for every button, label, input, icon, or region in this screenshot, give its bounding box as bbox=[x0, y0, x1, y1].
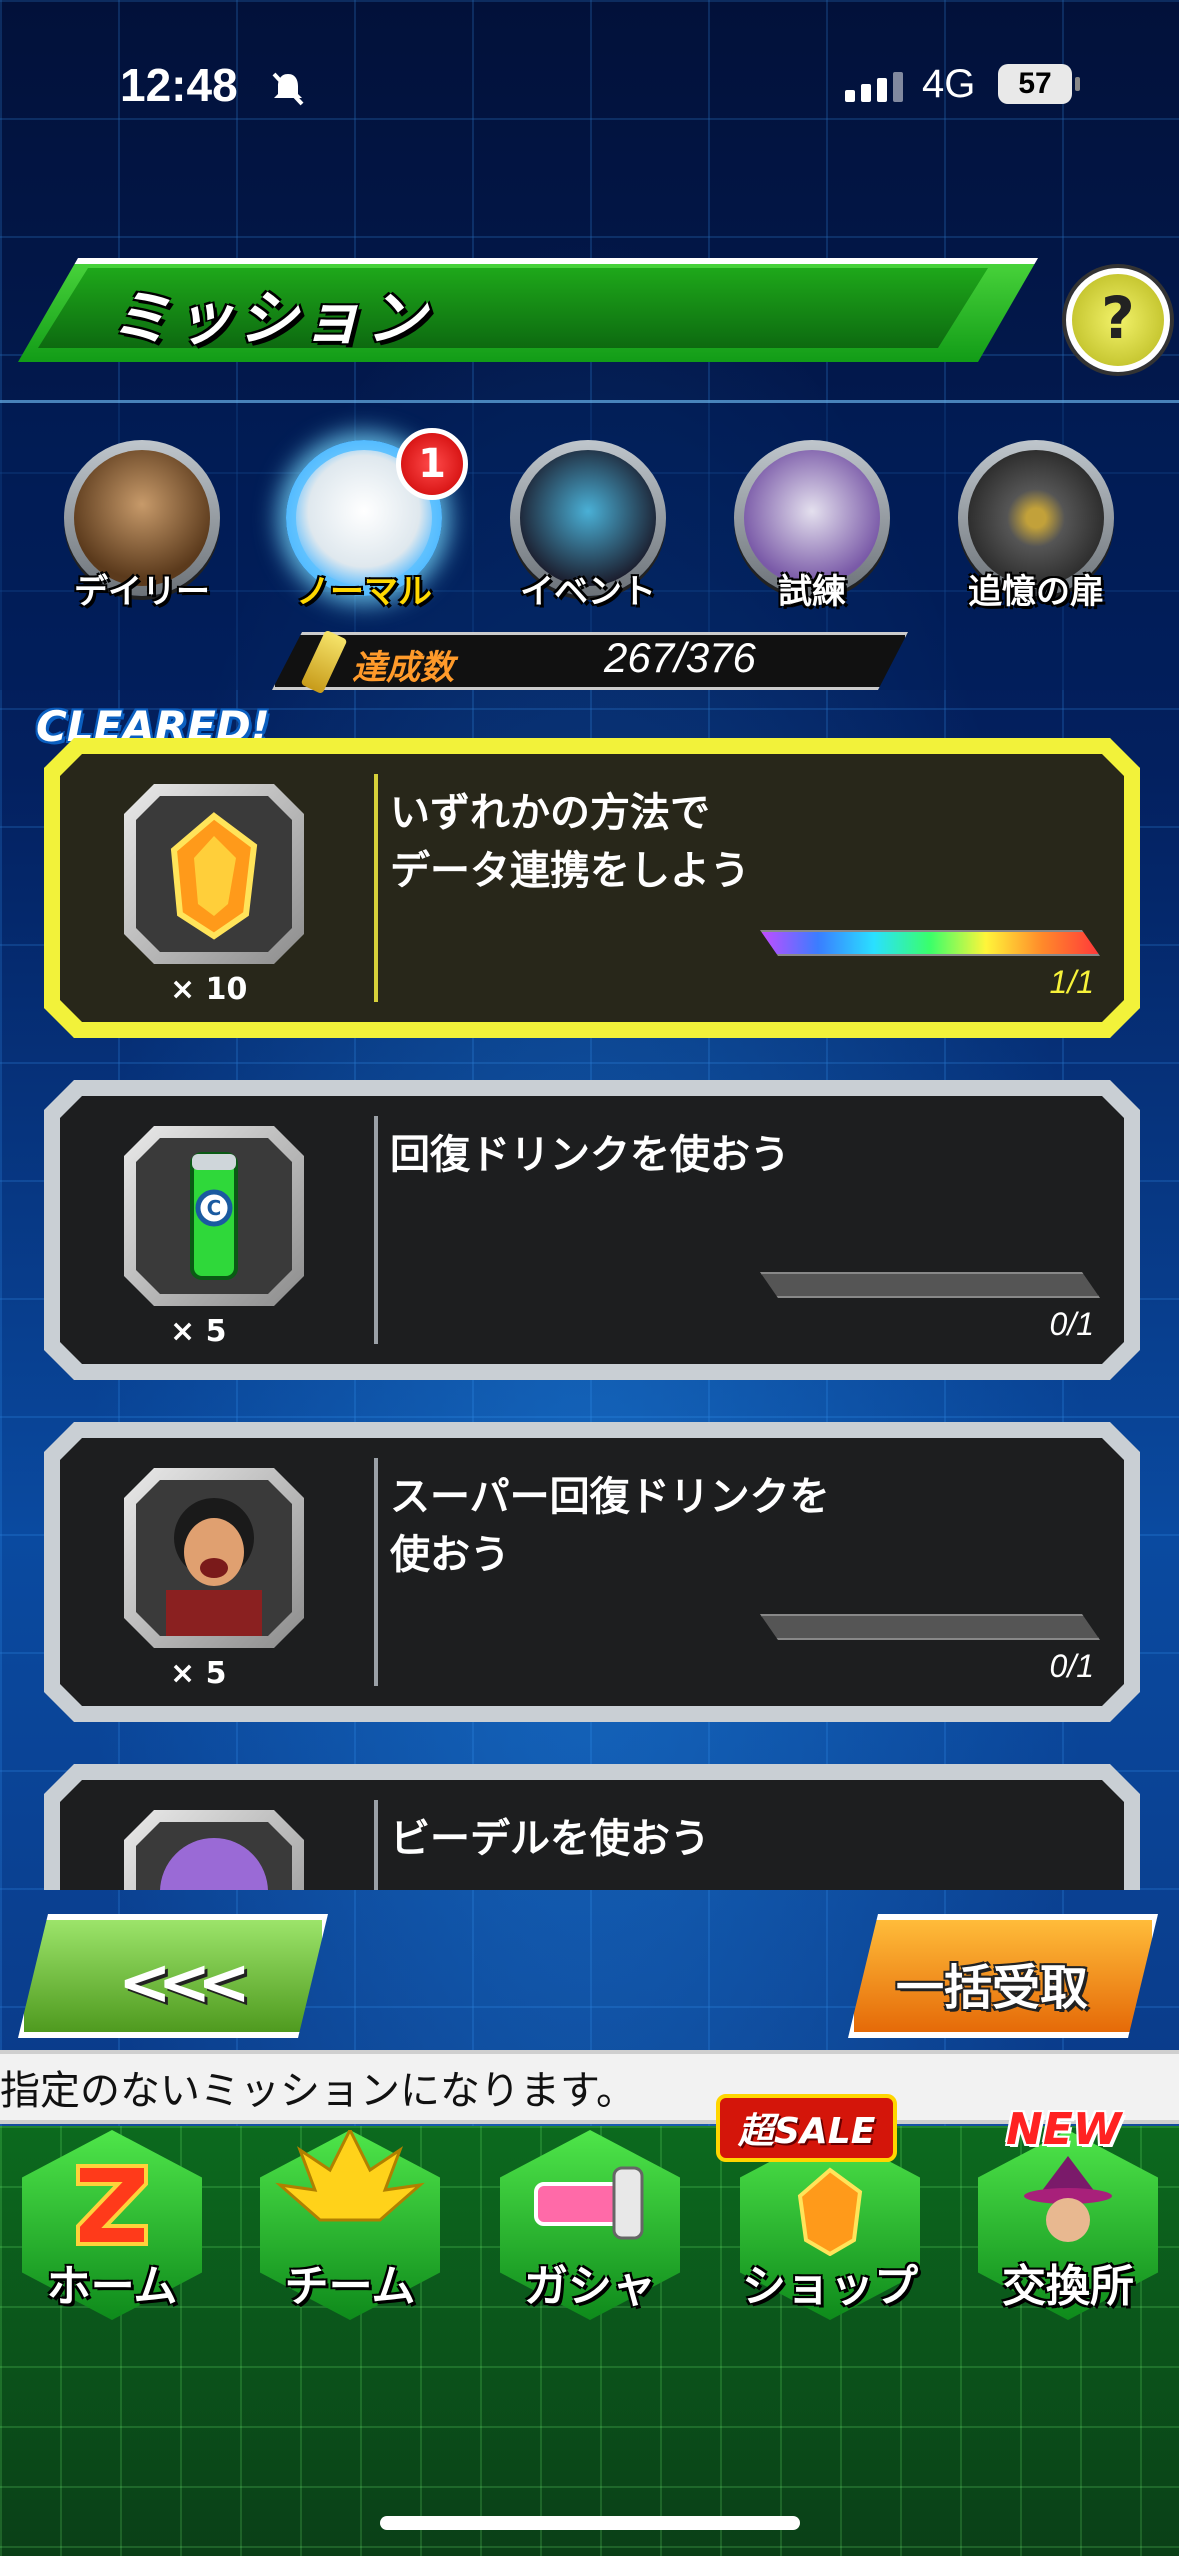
home-indicator[interactable] bbox=[380, 2516, 800, 2530]
tab-label: ノーマル bbox=[296, 572, 432, 612]
exchange-icon bbox=[1024, 2156, 1112, 2242]
recovery-drink-icon: C bbox=[190, 1152, 238, 1280]
mission-progress-bar bbox=[760, 930, 1100, 956]
nav-label: ホーム bbox=[46, 2261, 178, 2312]
character-portrait-icon bbox=[160, 1838, 268, 1890]
nav-team[interactable]: チーム bbox=[250, 2120, 450, 2330]
tab-label: デイリー bbox=[74, 572, 210, 612]
tab-normal[interactable]: 1 ノーマル bbox=[286, 428, 468, 613]
tab-daily[interactable]: デイリー bbox=[64, 440, 220, 613]
gacha-icon bbox=[534, 2166, 644, 2240]
nav-label: チーム bbox=[284, 2261, 416, 2312]
info-ticker-text: 指定のないミッションになります。 bbox=[0, 2068, 636, 2114]
mission-list-clip: ビーデルを使おう bbox=[0, 1764, 1179, 1890]
mission-card[interactable]: C × 5 回復ドリンクを使おう 0/1 bbox=[44, 1080, 1140, 1380]
shop-icon bbox=[797, 2167, 863, 2256]
reward-quantity: × 5 bbox=[170, 1314, 227, 1349]
notification-badge: 1 bbox=[396, 428, 468, 500]
help-button[interactable]: ? bbox=[1066, 268, 1170, 372]
mission-progress-bar bbox=[760, 1272, 1100, 1298]
sale-badge: 超SALE bbox=[716, 2094, 898, 2162]
muted-bell-icon bbox=[272, 72, 304, 106]
reward-frame: C bbox=[124, 1126, 304, 1306]
reward-quantity: × 10 bbox=[170, 972, 248, 1007]
status-bar: 12:48 4G 57 bbox=[0, 50, 1179, 130]
mission-progress-bar bbox=[760, 1614, 1100, 1640]
team-icon bbox=[275, 2130, 425, 2222]
status-time: 12:48 bbox=[120, 59, 238, 111]
claim-all-label: 一括受取 bbox=[896, 1960, 1089, 2016]
mission-description: いずれかの方法で データ連携をしよう bbox=[390, 790, 750, 894]
mission-count: 0/1 bbox=[1049, 1648, 1094, 1684]
nav-label: ガシャ bbox=[524, 2261, 656, 2312]
mission-card[interactable]: ビーデルを使おう bbox=[44, 1764, 1140, 1890]
nav-label: ショップ bbox=[742, 2261, 918, 2312]
tab-trial[interactable]: 試練 bbox=[734, 440, 890, 613]
tab-label: イベント bbox=[520, 572, 656, 612]
dragon-stone-icon bbox=[170, 812, 258, 940]
tab-memory-door[interactable]: 追憶の扉 bbox=[958, 440, 1114, 613]
tab-label: 追憶の扉 bbox=[968, 572, 1104, 612]
mission-description: 回復ドリンクを使おう bbox=[390, 1132, 790, 1178]
mission-card[interactable]: × 10 いずれかの方法で データ連携をしよう 1/1 bbox=[44, 738, 1140, 1038]
home-z-icon bbox=[76, 2164, 148, 2246]
svg-text:C: C bbox=[207, 1196, 222, 1220]
mission-description: スーパー回復ドリンクを 使おう bbox=[390, 1474, 830, 1578]
network-type: 4G bbox=[922, 62, 976, 106]
nav-label: 交換所 bbox=[1002, 2261, 1134, 2312]
mission-description: ビーデルを使おう bbox=[390, 1816, 710, 1862]
tab-label: 試練 bbox=[778, 572, 846, 612]
nav-gacha[interactable]: ガシャ bbox=[490, 2120, 690, 2330]
mission-card[interactable]: × 5 スーパー回復ドリンクを 使おう 0/1 bbox=[44, 1422, 1140, 1722]
reward-frame bbox=[124, 784, 304, 964]
nav-home[interactable]: ホーム bbox=[12, 2120, 212, 2330]
page-title: ミッション bbox=[110, 284, 430, 354]
new-badge: NEW bbox=[1006, 2104, 1122, 2155]
mission-count: 1/1 bbox=[1049, 964, 1094, 1000]
signal-icon bbox=[845, 72, 903, 102]
battery-icon: 57 bbox=[998, 64, 1080, 104]
achievement-label: 達成数 bbox=[352, 648, 454, 688]
reward-quantity: × 5 bbox=[170, 1656, 227, 1691]
character-portrait-icon bbox=[166, 1498, 262, 1636]
reward-frame bbox=[124, 1810, 304, 1890]
back-arrows-icon: <<< bbox=[118, 1946, 251, 2020]
mission-count: 0/1 bbox=[1049, 1306, 1094, 1342]
reward-frame bbox=[124, 1468, 304, 1648]
achievement-count: 267/376 bbox=[604, 634, 756, 681]
tab-event[interactable]: イベント bbox=[510, 440, 666, 613]
